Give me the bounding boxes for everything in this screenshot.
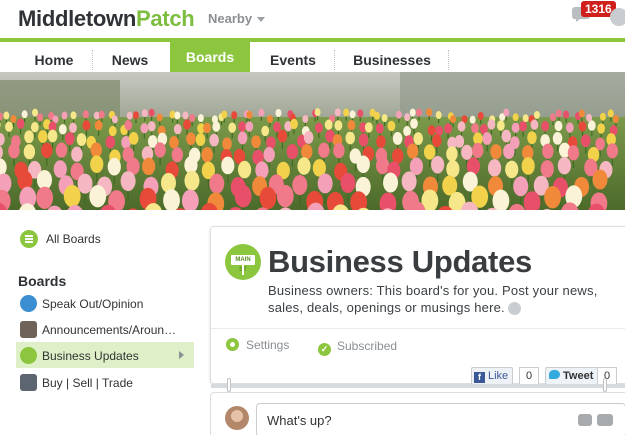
sidebar-item-label: Buy | Sell | Trade xyxy=(42,376,133,390)
timeline-connector xyxy=(211,384,625,388)
gear-icon xyxy=(226,338,239,351)
sidebar-item-buy-sell-trade[interactable]: Buy | Sell | Trade xyxy=(16,370,194,394)
twitter-bird-icon xyxy=(549,370,560,379)
video-icon[interactable] xyxy=(597,414,613,426)
page: MiddletownPatch Nearby 1316 Home News Bo… xyxy=(0,0,625,435)
chevron-right-icon xyxy=(179,351,184,359)
settings-label: Settings xyxy=(246,338,290,352)
eye-icon xyxy=(20,295,37,312)
timeline-knob xyxy=(603,378,607,392)
board-description-text: Business owners: This board's for you. P… xyxy=(268,283,598,315)
facebook-like-button[interactable]: f Like xyxy=(471,367,514,385)
sidebar-item-label: Business Updates xyxy=(42,349,139,363)
tweet-button[interactable]: Tweet xyxy=(545,367,599,385)
chevron-down-icon xyxy=(257,17,266,23)
list-icon xyxy=(20,230,38,248)
post-composer-input[interactable] xyxy=(256,403,625,435)
facebook-icon: f xyxy=(474,372,485,383)
sidebar-item-speak-out[interactable]: Speak Out/Opinion xyxy=(16,291,194,315)
buy-sell-thumbnail-icon xyxy=(20,374,37,391)
sidebar-item-label: Announcements/Aroun… xyxy=(42,323,177,337)
sidebar-item-label: Speak Out/Opinion xyxy=(42,297,144,311)
site-name-patch: Patch xyxy=(135,6,195,31)
tweet-label: Tweet xyxy=(563,370,594,382)
user-menu-icon[interactable] xyxy=(610,8,625,26)
main-street-sign-icon xyxy=(20,347,37,364)
board-description: Business owners: This board's for you. P… xyxy=(268,282,618,316)
nav-news[interactable]: News xyxy=(96,46,164,74)
nearby-label: Nearby xyxy=(208,11,253,26)
boards-heading: Boards xyxy=(18,273,67,289)
camera-icon[interactable] xyxy=(578,414,592,426)
nav-businesses[interactable]: Businesses xyxy=(340,46,444,74)
announcements-thumbnail-icon xyxy=(20,321,37,338)
tweet-count: 0 xyxy=(597,367,617,385)
nearby-dropdown[interactable]: Nearby xyxy=(208,11,266,26)
nav-divider xyxy=(92,50,93,70)
nav-divider xyxy=(334,50,335,70)
like-count: 0 xyxy=(519,367,539,385)
site-logo[interactable]: MiddletownPatch xyxy=(18,6,195,32)
settings-button[interactable]: Settings xyxy=(226,338,289,352)
page-title: Business Updates xyxy=(268,244,532,279)
main-nav: Home News Boards Events Businesses xyxy=(0,38,625,78)
main-street-sign-icon: MAIN ST xyxy=(225,244,261,280)
divider xyxy=(211,328,625,329)
timeline-knob xyxy=(227,378,231,392)
checkmark-icon: ✓ xyxy=(318,343,331,356)
flag-icon[interactable] xyxy=(507,302,521,316)
nav-divider xyxy=(448,50,449,70)
like-label: Like xyxy=(488,370,509,382)
subscribed-label: Subscribed xyxy=(337,339,398,353)
avatar xyxy=(225,406,249,430)
subscribed-button[interactable]: ✓ Subscribed xyxy=(318,339,397,356)
site-name-town: Middletown xyxy=(18,6,136,31)
sidebar-item-announcements[interactable]: Announcements/Aroun… xyxy=(16,317,194,341)
sidebar-item-business-updates[interactable]: Business Updates xyxy=(16,342,194,368)
nav-home[interactable]: Home xyxy=(20,46,88,74)
main-street-sign-text: MAIN ST xyxy=(231,255,255,273)
all-boards-label: All Boards xyxy=(46,232,101,246)
tulip-banner-image xyxy=(0,72,625,210)
top-bar: MiddletownPatch Nearby 1316 xyxy=(0,0,625,38)
nav-events[interactable]: Events xyxy=(254,46,332,74)
